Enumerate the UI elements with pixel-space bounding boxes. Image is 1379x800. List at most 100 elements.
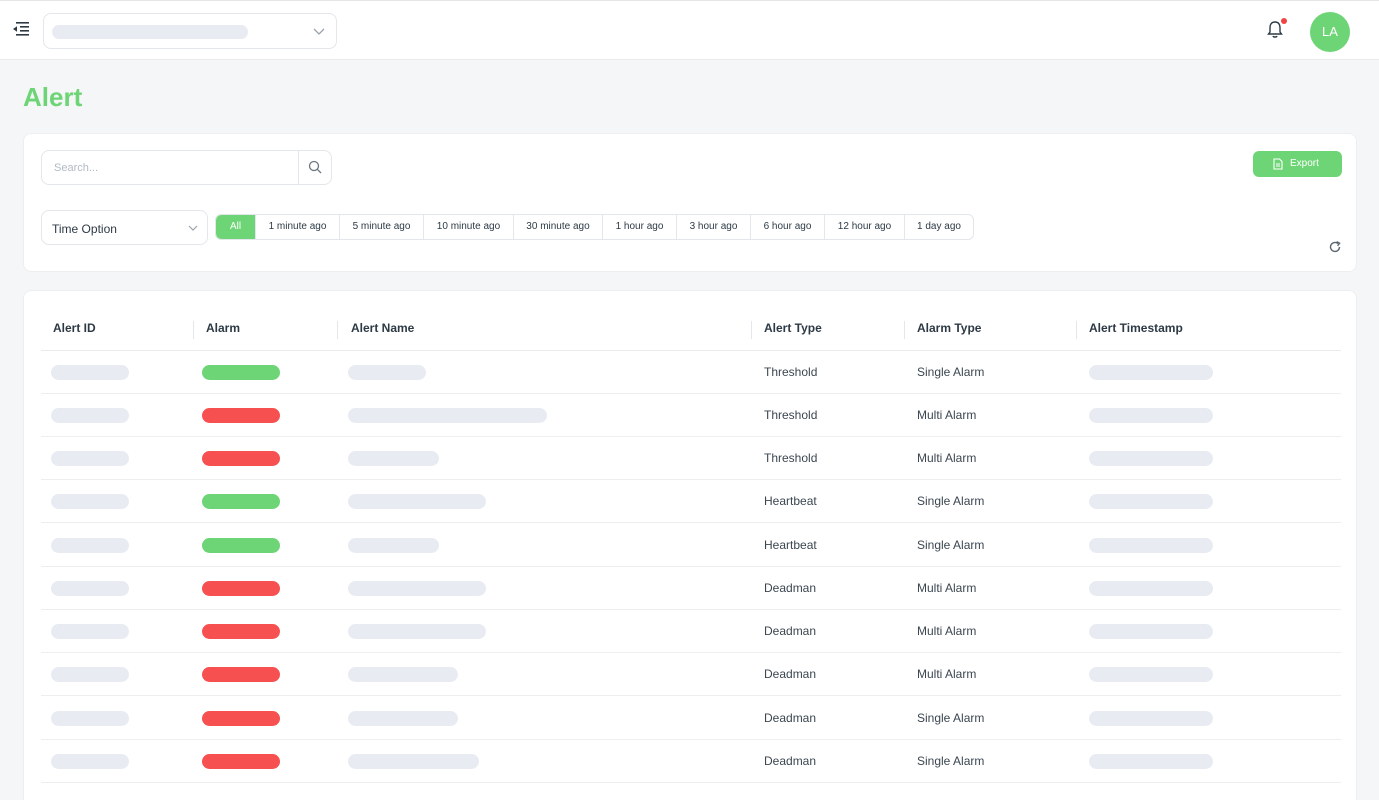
export-label: Export: [1290, 158, 1319, 169]
alert-timestamp-placeholder: [1089, 667, 1213, 682]
alarm-type-cell: Single Alarm: [917, 365, 985, 379]
time-option-select[interactable]: Time Option: [41, 210, 208, 245]
alert-timestamp-placeholder: [1089, 581, 1213, 596]
table-row[interactable]: Heartbeat Single Alarm: [41, 480, 1341, 523]
alert-type-cell: Deadman: [764, 581, 817, 595]
document-icon: [1273, 158, 1283, 170]
time-tab-1-hour[interactable]: 1 hour ago: [603, 215, 677, 239]
search-button[interactable]: [298, 151, 331, 184]
alert-timestamp-placeholder: [1089, 538, 1213, 553]
notification-dot: [1281, 18, 1287, 24]
alert-id-placeholder: [51, 581, 129, 596]
alarm-status-indicator: [202, 581, 280, 596]
alert-timestamp-placeholder: [1089, 624, 1213, 639]
time-tab-5-minute[interactable]: 5 minute ago: [340, 215, 424, 239]
alert-type-cell: Threshold: [764, 451, 818, 465]
alarm-type-cell: Multi Alarm: [917, 667, 977, 681]
alert-type-cell: Deadman: [764, 711, 817, 725]
page-title: Alert: [23, 82, 83, 112]
alarm-type-cell: Multi Alarm: [917, 408, 977, 422]
alarm-type-cell: Multi Alarm: [917, 451, 977, 465]
table-row[interactable]: Heartbeat Single Alarm: [41, 524, 1341, 567]
alert-timestamp-placeholder: [1089, 408, 1213, 423]
avatar[interactable]: LA: [1310, 12, 1350, 52]
alert-name-placeholder: [348, 408, 547, 423]
time-tab-all[interactable]: All: [216, 215, 256, 239]
table-row[interactable]: Threshold Single Alarm: [41, 351, 1341, 394]
time-tab-12-hour[interactable]: 12 hour ago: [825, 215, 905, 239]
table-row[interactable]: Deadman Multi Alarm: [41, 610, 1341, 653]
column-header-alert-id[interactable]: Alert ID: [53, 321, 96, 335]
column-divider: [1076, 321, 1077, 339]
alarm-type-cell: Single Alarm: [917, 754, 985, 768]
table-row[interactable]: Deadman Single Alarm: [41, 697, 1341, 740]
alert-name-placeholder: [348, 451, 439, 466]
time-tab-1-day[interactable]: 1 day ago: [905, 215, 973, 239]
alert-id-placeholder: [51, 711, 129, 726]
table-row[interactable]: Threshold Multi Alarm: [41, 394, 1341, 437]
refresh-icon[interactable]: [1328, 240, 1342, 254]
time-tab-30-minute[interactable]: 30 minute ago: [514, 215, 603, 239]
table-row[interactable]: Deadman Single Alarm: [41, 740, 1341, 783]
alert-type-cell: Heartbeat: [764, 494, 817, 508]
alert-name-placeholder: [348, 365, 426, 380]
search-box: [41, 150, 332, 185]
table-header: Alert ID Alarm Alert Name Alert Type Ala…: [41, 311, 1341, 351]
alert-timestamp-placeholder: [1089, 711, 1213, 726]
alert-type-cell: Deadman: [764, 624, 817, 638]
column-divider: [193, 321, 194, 339]
alarm-status-indicator: [202, 451, 280, 466]
time-option-label: Time Option: [52, 222, 117, 236]
alert-timestamp-placeholder: [1089, 494, 1213, 509]
project-select-value-placeholder: [52, 25, 248, 39]
export-button[interactable]: Export: [1253, 151, 1342, 177]
column-header-alarm[interactable]: Alarm: [206, 321, 240, 335]
alarm-status-indicator: [202, 624, 280, 639]
alert-timestamp-placeholder: [1089, 365, 1213, 380]
table-row[interactable]: Threshold Multi Alarm: [41, 437, 1341, 480]
alert-name-placeholder: [348, 581, 486, 596]
alert-table-card: Alert ID Alarm Alert Name Alert Type Ala…: [23, 290, 1357, 800]
time-filter-tabs: All 1 minute ago 5 minute ago 10 minute …: [215, 214, 974, 240]
alert-name-placeholder: [348, 711, 458, 726]
time-tab-6-hour[interactable]: 6 hour ago: [751, 215, 825, 239]
alarm-status-indicator: [202, 538, 280, 553]
table-row[interactable]: Deadman Multi Alarm: [41, 653, 1341, 696]
column-header-alert-type[interactable]: Alert Type: [764, 321, 822, 335]
alert-id-placeholder: [51, 365, 129, 380]
search-icon: [308, 160, 322, 174]
filter-card: Export Time Option All 1 minute ago 5 mi…: [23, 133, 1357, 272]
search-input[interactable]: [42, 151, 299, 184]
alarm-type-cell: Multi Alarm: [917, 624, 977, 638]
column-header-alert-name[interactable]: Alert Name: [351, 321, 414, 335]
alert-type-cell: Threshold: [764, 408, 818, 422]
alarm-type-cell: Multi Alarm: [917, 581, 977, 595]
alert-timestamp-placeholder: [1089, 754, 1213, 769]
alert-name-placeholder: [348, 667, 458, 682]
time-tab-1-minute[interactable]: 1 minute ago: [256, 215, 340, 239]
alert-name-placeholder: [348, 494, 486, 509]
top-bar: LA: [0, 0, 1379, 60]
alarm-status-indicator: [202, 754, 280, 769]
time-tab-3-hour[interactable]: 3 hour ago: [677, 215, 751, 239]
alert-name-placeholder: [348, 538, 439, 553]
alert-type-cell: Deadman: [764, 667, 817, 681]
alert-type-cell: Deadman: [764, 754, 817, 768]
column-header-alert-timestamp[interactable]: Alert Timestamp: [1089, 321, 1183, 335]
alert-id-placeholder: [51, 408, 129, 423]
alert-id-placeholder: [51, 624, 129, 639]
column-divider: [337, 321, 338, 339]
table-row[interactable]: Deadman Multi Alarm: [41, 567, 1341, 610]
menu-toggle-icon[interactable]: [12, 21, 32, 39]
alert-type-cell: Heartbeat: [764, 538, 817, 552]
alert-id-placeholder: [51, 494, 129, 509]
alert-name-placeholder: [348, 754, 479, 769]
alert-id-placeholder: [51, 754, 129, 769]
alarm-status-indicator: [202, 408, 280, 423]
project-select[interactable]: [43, 13, 337, 49]
alarm-type-cell: Single Alarm: [917, 494, 985, 508]
column-header-alarm-type[interactable]: Alarm Type: [917, 321, 981, 335]
alert-id-placeholder: [51, 451, 129, 466]
alarm-status-indicator: [202, 711, 280, 726]
time-tab-10-minute[interactable]: 10 minute ago: [424, 215, 514, 239]
